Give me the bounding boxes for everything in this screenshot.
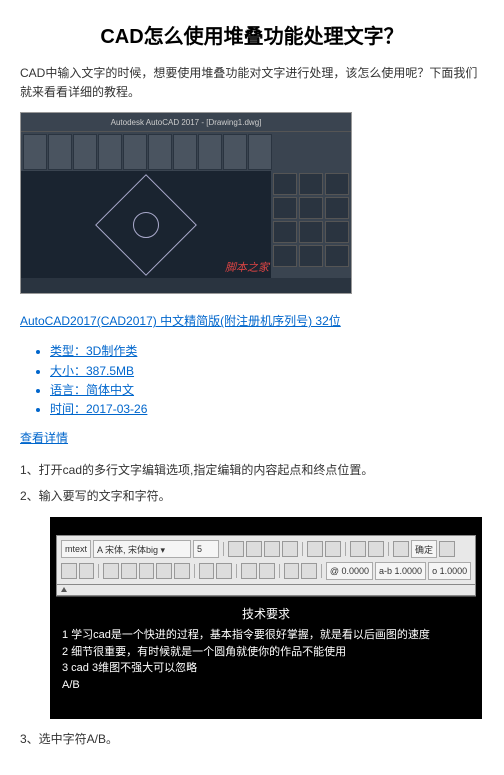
tool-button	[299, 173, 323, 195]
color-icon	[368, 541, 384, 557]
ribbon-button	[98, 134, 122, 170]
list-bullet-icon	[216, 563, 232, 579]
bold-icon	[228, 541, 244, 557]
uppercase-icon	[241, 563, 257, 579]
step-3: 3、选中字符A/B。	[20, 729, 484, 751]
redo-icon	[325, 541, 341, 557]
style-selector: mtext	[61, 540, 91, 558]
tool-button	[273, 221, 297, 243]
overline-icon	[282, 541, 298, 557]
step-2: 2、输入要写的文字和字符。	[20, 486, 484, 508]
toolbar-row-2: @ 0.0000 a-b 1.0000 o 1.0000	[59, 560, 473, 582]
tool-button	[299, 197, 323, 219]
italic-icon	[246, 541, 262, 557]
ribbon-button	[48, 134, 72, 170]
field-icon	[301, 563, 317, 579]
stack-icon	[350, 541, 366, 557]
download-link[interactable]: AutoCAD2017(CAD2017) 中文精简版(附注册机序列号) 32位	[20, 312, 341, 329]
align-left-icon	[103, 563, 119, 579]
meta-type[interactable]: 类型：3D制作类	[50, 342, 484, 361]
toolbar-row-1: mtext A 宋体, 宋体big ▾ 5 确定	[59, 538, 473, 560]
tool-button	[273, 197, 297, 219]
font-size: 5	[193, 540, 219, 558]
editor-content: 技术要求 1 学习cad是一个快进的过程，基本指令要很好掌握，就是看以后画图的速…	[56, 596, 476, 701]
cad-app-title: Autodesk AutoCAD 2017 - [Drawing1.dwg]	[25, 118, 347, 127]
ruler-icon	[393, 541, 409, 557]
content-heading: 技术要求	[62, 605, 470, 623]
tool-button	[273, 245, 297, 267]
cad-screenshot: Autodesk AutoCAD 2017 - [Drawing1.dwg] 脚…	[20, 112, 352, 294]
meta-size[interactable]: 大小：387.5MB	[50, 362, 484, 381]
symbol-icon	[284, 563, 300, 579]
text-editor-screenshot: mtext A 宋体, 宋体big ▾ 5 确定	[50, 517, 482, 719]
page-title: CAD怎么使用堆叠功能处理文字？	[20, 20, 484, 49]
tool-button	[325, 173, 349, 195]
content-line: 1 学习cad是一个快进的过程，基本指令要很好掌握，就是看以后画图的速度	[62, 627, 470, 644]
cad-titlebar: Autodesk AutoCAD 2017 - [Drawing1.dwg]	[21, 113, 351, 132]
ribbon-button	[123, 134, 147, 170]
ribbon-button	[148, 134, 172, 170]
align-center-icon	[121, 563, 137, 579]
align-right-icon	[139, 563, 155, 579]
tool-button	[325, 197, 349, 219]
content-line: 2 细节很重要，有时候就是一个圆角就使你的作品不能使用	[62, 644, 470, 661]
intro-text: CAD中输入文字的时候，想要使用堆叠功能对文字进行处理，该怎么使用呢？下面我们就…	[20, 64, 484, 102]
content-line: A/B	[62, 677, 470, 694]
tracking: a-b 1.0000	[375, 562, 426, 580]
lowercase-icon	[259, 563, 275, 579]
ribbon-button	[223, 134, 247, 170]
detail-link[interactable]: 查看详情	[20, 429, 68, 446]
meta-list: 类型：3D制作类 大小：387.5MB 语言：简体中文 时间：2017-03-2…	[20, 342, 484, 419]
columns-icon	[61, 563, 77, 579]
tool-button	[273, 173, 297, 195]
ribbon-button	[73, 134, 97, 170]
editor-ruler	[56, 585, 476, 596]
content-line: 3 cad 3维图不强大可以忽略	[62, 660, 470, 677]
meta-language[interactable]: 语言：简体中文	[50, 381, 484, 400]
tool-button	[299, 245, 323, 267]
ok-button: 确定	[411, 540, 437, 558]
ribbon-button	[23, 134, 47, 170]
options-icon	[439, 541, 455, 557]
list-number-icon	[199, 563, 215, 579]
watermark: 脚本之家	[225, 259, 269, 275]
cad-ribbon	[21, 132, 351, 175]
tool-button	[325, 221, 349, 243]
step-1: 1、打开cad的多行文字编辑选项,指定编辑的内容起点和终点位置。	[20, 460, 484, 482]
align-dist-icon	[174, 563, 190, 579]
underline-icon	[264, 541, 280, 557]
wireframe-shape	[95, 174, 197, 276]
more-icon	[79, 563, 95, 579]
oblique-angle: @ 0.0000	[326, 562, 373, 580]
ribbon-button	[248, 134, 272, 170]
font-selector: A 宋体, 宋体big ▾	[93, 540, 191, 558]
ribbon-button	[173, 134, 197, 170]
width-factor: o 1.0000	[428, 562, 471, 580]
meta-date[interactable]: 时间：2017-03-26	[50, 400, 484, 419]
align-justify-icon	[156, 563, 172, 579]
tool-button	[325, 245, 349, 267]
editor-toolbar: mtext A 宋体, 宋体big ▾ 5 确定	[56, 535, 476, 585]
tool-button	[299, 221, 323, 243]
ribbon-button	[198, 134, 222, 170]
undo-icon	[307, 541, 323, 557]
cad-tool-panel	[271, 171, 351, 278]
